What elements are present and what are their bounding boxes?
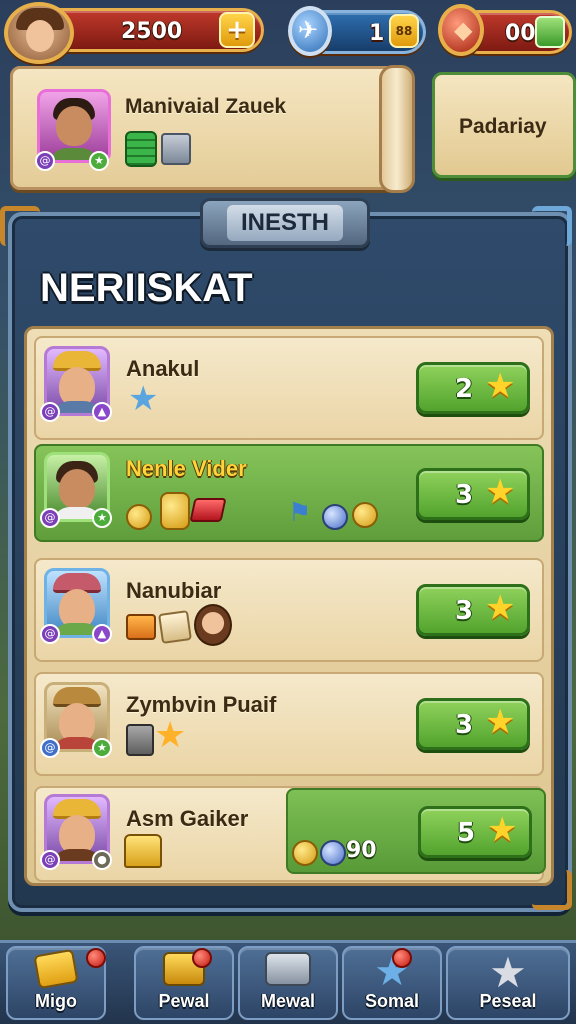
coin-icon	[352, 502, 378, 528]
swirl-badge-icon: @	[40, 850, 60, 870]
nav-label: Mewal	[260, 991, 316, 1011]
notification-dot	[392, 948, 412, 968]
gems-value: 00	[505, 21, 536, 46]
swirl-badge-icon: @	[40, 508, 60, 528]
player-scroll: @ ★ Manivaial Zauek	[10, 65, 415, 193]
gold-star-icon: ★	[485, 588, 516, 628]
panel-tab-label: INESTH	[226, 205, 343, 241]
rock-badge-icon: ●	[92, 850, 112, 870]
green-star-badge-icon: ★	[92, 508, 112, 528]
silver-star-icon: ★	[489, 948, 527, 997]
blue-orb-icon	[320, 840, 346, 866]
swirl-badge-icon: @	[40, 738, 60, 758]
stone-tablet-icon	[126, 724, 154, 756]
list-item[interactable]: @ ★ Zymbvin Puaif ★ 3 ★	[34, 672, 544, 776]
gold-star-icon: ★	[485, 702, 516, 742]
side-card[interactable]: Padariay	[432, 72, 576, 178]
score-value: 2	[455, 374, 474, 404]
ruby-icon: ◆	[438, 4, 484, 56]
blue-flag-icon: ⚑	[288, 498, 312, 528]
row-name: Asm Gaiker	[126, 806, 249, 831]
add-coins-button[interactable]: +	[219, 12, 255, 48]
nav-label: Somal	[364, 991, 420, 1011]
top-bar: 2500 + 1 88 ✈ 00 ◆	[0, 0, 576, 64]
nav-label: Pewal	[158, 991, 210, 1011]
notification-dot	[86, 948, 106, 968]
chest-icon	[161, 133, 191, 165]
purple-gem-badge-icon: ▲	[92, 402, 112, 422]
nav-label: Peseal	[479, 991, 537, 1011]
nav-item-mewal[interactable]: Mewal	[238, 946, 338, 1020]
nav-label: Migo	[35, 991, 77, 1011]
blue-orb-icon	[322, 504, 348, 530]
score-value: 3	[455, 480, 474, 510]
side-card-label: Padariay	[459, 115, 547, 138]
level-badge: 88	[389, 14, 419, 48]
gold-star-icon: ★	[485, 472, 516, 512]
gold-star-icon: ★	[487, 810, 518, 850]
blue-star-icon: ★	[128, 379, 159, 419]
swirl-badge-icon: @	[40, 624, 60, 644]
row-name: Nenle Vider	[126, 456, 247, 481]
row-name: Zymbvin Puaif	[126, 692, 277, 717]
nav-item-somal[interactable]: ★ Somal	[342, 946, 442, 1020]
level-value: 1	[369, 21, 385, 46]
score-button[interactable]: 5 ★	[418, 806, 532, 858]
score-button[interactable]: 3 ★	[416, 584, 530, 636]
nav-item-peseal[interactable]: ★ Peseal	[446, 946, 570, 1020]
score-button[interactable]: 3 ★	[416, 468, 530, 520]
red-gem-icon	[189, 498, 227, 522]
green-star-badge-icon: ★	[92, 738, 112, 758]
score-button[interactable]: 3 ★	[416, 698, 530, 750]
green-star-badge-icon: ★	[89, 151, 109, 171]
reward-value: 90	[346, 838, 377, 863]
map-card-icon	[158, 610, 192, 644]
gold-star-icon: ★	[485, 366, 516, 406]
purple-gem-badge-icon: ▲	[92, 624, 112, 644]
gem-box-icon	[535, 16, 565, 48]
list-item[interactable]: @ ▲ Anakul ★ 2 ★	[34, 336, 544, 440]
panel-title: NERIISKAT	[40, 266, 253, 310]
portrait-token-icon	[194, 604, 232, 646]
scroll-roll	[379, 65, 415, 193]
puzzle-icon	[126, 614, 156, 640]
coin-icon	[126, 504, 152, 530]
notification-dot	[192, 948, 212, 968]
coin-icon	[292, 840, 318, 866]
player-avatar[interactable]	[4, 2, 74, 64]
swirl-badge-icon: @	[35, 151, 55, 171]
treasure-icon	[136, 952, 232, 992]
coins-value: 2500	[121, 19, 183, 44]
player-name: Manivaial Zauek	[125, 95, 287, 118]
score-value: 5	[457, 818, 476, 848]
panel-corner-tr	[532, 206, 572, 246]
nav-item-migo[interactable]: Migo	[6, 946, 106, 1020]
panel-corner-tl	[0, 206, 40, 246]
score-value: 3	[455, 710, 474, 740]
gold-star-icon: ★	[154, 715, 187, 756]
gold-chest-icon	[124, 834, 162, 868]
plane-icon: ✈	[288, 6, 332, 56]
score-button[interactable]: 2 ★	[416, 362, 530, 414]
row-name: Nanubiar	[126, 578, 222, 603]
robot-icon	[240, 952, 336, 992]
avatar-face	[26, 20, 54, 52]
score-value: 3	[455, 596, 474, 626]
nav-item-pewal[interactable]: Pewal	[134, 946, 234, 1020]
cash-stack-icon	[125, 131, 157, 167]
coin-stack-icon	[160, 492, 190, 530]
list-item[interactable]: @ ★ Nenle Vider ⚑ 3 ★	[34, 444, 544, 542]
swirl-badge-icon: @	[40, 402, 60, 422]
panel-tab[interactable]: INESTH	[200, 198, 370, 248]
list-item[interactable]: @ ▲ Nanubiar 3 ★	[34, 558, 544, 662]
